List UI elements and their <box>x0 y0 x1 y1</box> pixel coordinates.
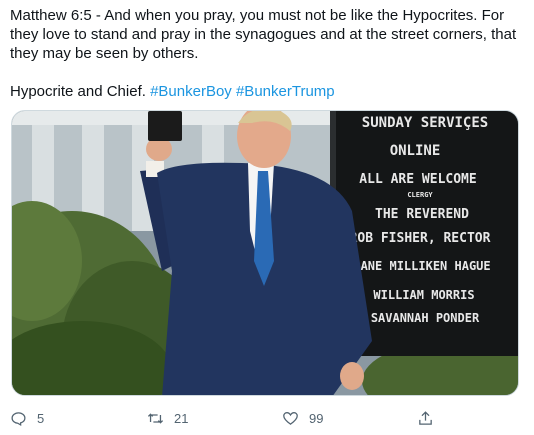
reply-icon <box>11 411 26 426</box>
sign-line: WILLIAM MORRIS <box>373 288 474 302</box>
like-button[interactable]: 99 <box>282 408 323 428</box>
sign-line: CLERGY <box>407 191 433 199</box>
hashtag-link[interactable]: #BunkerTrump <box>236 83 335 100</box>
heart-icon <box>283 411 298 425</box>
sign-line: ALL ARE WELCOME <box>359 172 476 187</box>
sign-line: THE REVEREND <box>375 207 469 222</box>
hashtag-link[interactable]: #BunkerBoy <box>150 83 232 100</box>
sign-line: SAVANNAH PONDER <box>371 311 480 325</box>
retweet-icon <box>147 412 164 424</box>
share-icon <box>419 410 432 425</box>
tweet-paragraph-2: Hypocrite and Chief. #BunkerBoy #BunkerT… <box>10 82 522 101</box>
reply-count: 5 <box>37 410 45 426</box>
like-count: 99 <box>309 410 324 426</box>
retweet-button[interactable]: 21 <box>147 408 188 428</box>
sign-line: ROB FISHER, RECTOR <box>350 231 491 246</box>
tweet-photo[interactable]: SUNDAY SERVIÇES ONLINE ALL ARE WELCOME C… <box>11 110 519 396</box>
tweet-text: Matthew 6:5 - And when you pray, you mus… <box>10 6 522 101</box>
sign-line: JANE MILLIKEN HAGUE <box>353 259 490 273</box>
tweet-paragraph-2-text: Hypocrite and Chief. <box>10 83 151 100</box>
share-button[interactable] <box>417 408 444 428</box>
retweet-count: 21 <box>174 410 189 426</box>
sign-line: ONLINE <box>390 143 441 159</box>
photo-illustration: SUNDAY SERVIÇES ONLINE ALL ARE WELCOME C… <box>12 111 518 395</box>
tweet-paragraph-1: Matthew 6:5 - And when you pray, you mus… <box>10 7 517 62</box>
tweet-actions: 5 21 99 <box>0 400 534 434</box>
sign-line: SUNDAY SERVIÇES <box>362 115 488 131</box>
reply-button[interactable]: 5 <box>10 408 44 428</box>
